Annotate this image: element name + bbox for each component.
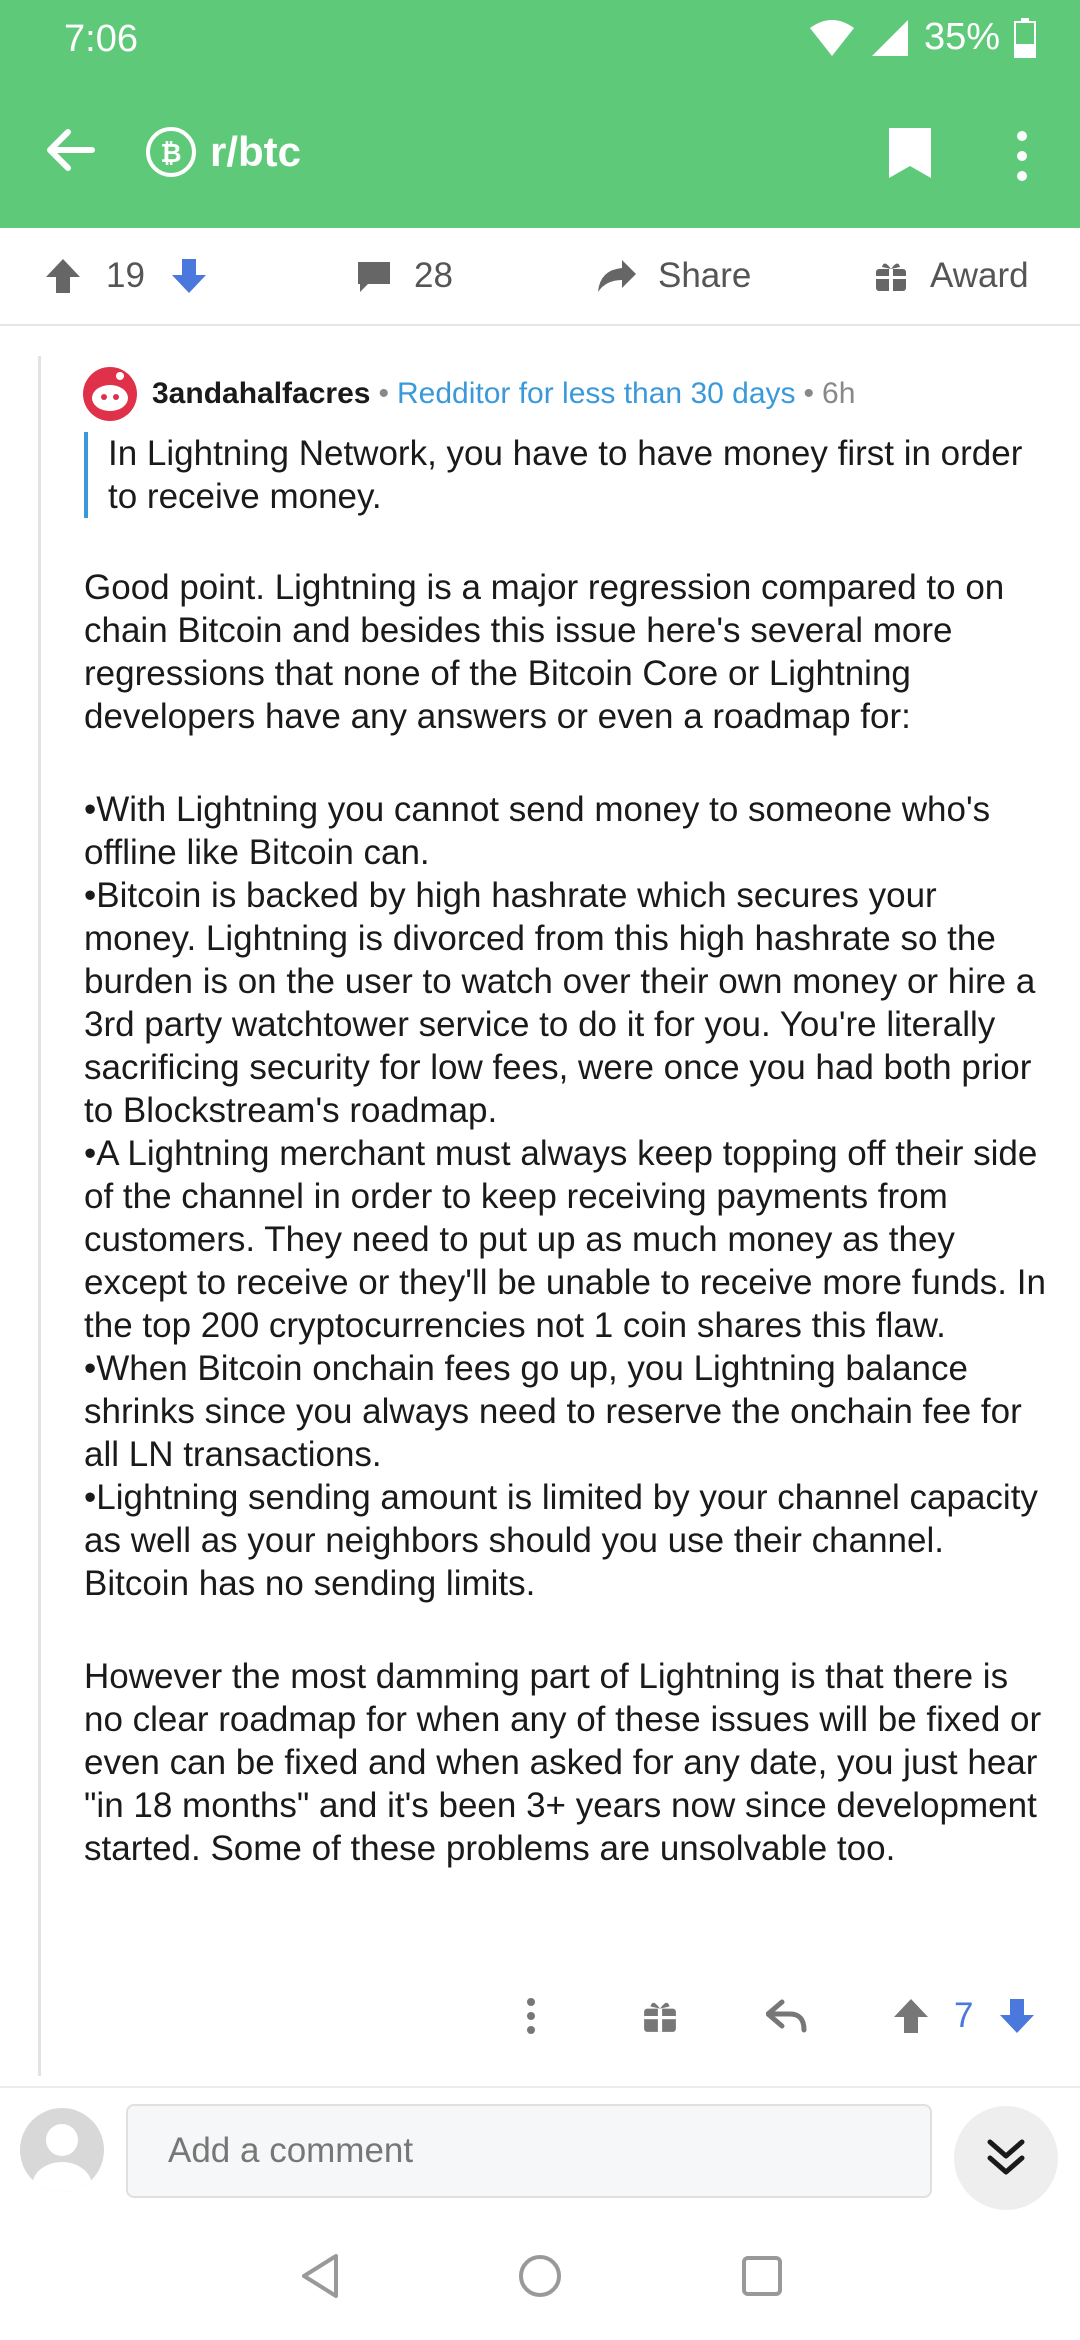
post-downvote-button[interactable]: [170, 228, 208, 324]
comment-author[interactable]: 3andahalfacres: [152, 377, 370, 411]
gift-icon: [876, 263, 906, 291]
back-arrow-icon[interactable]: [44, 124, 96, 176]
user-flair: Redditor for less than 30 days: [396, 377, 796, 410]
reply-arrow-icon: [766, 1999, 807, 2033]
list-item: Lightning sending amount is limited by y…: [84, 1476, 1054, 1605]
clock: 7:06: [64, 18, 138, 60]
battery-icon: [1014, 17, 1036, 58]
snoo-avatar-icon[interactable]: [82, 366, 138, 422]
award-button[interactable]: Award: [874, 228, 1029, 324]
list-item: A Lightning merchant must always keep to…: [84, 1132, 1054, 1347]
bookmark-icon[interactable]: [887, 126, 933, 180]
more-vertical-icon: [527, 1998, 535, 2034]
app-bar: ₿ r/btc: [0, 80, 1080, 228]
bullet-list: With Lightning you cannot send money to …: [84, 788, 1054, 1605]
comment-body: Good point. Lightning is a major regress…: [84, 566, 1054, 1920]
award-label: Award: [930, 256, 1029, 295]
subreddit-bitcoin-icon[interactable]: ₿: [146, 127, 196, 177]
comment-action-bar: 7: [0, 1986, 1080, 2046]
thread-line[interactable]: [38, 356, 41, 2076]
comment-header: 3andahalfacres • Redditor for less than …: [82, 366, 855, 422]
downvote-arrow-icon: [172, 259, 206, 293]
comment-award-button[interactable]: [642, 1986, 678, 2046]
comments-button[interactable]: 28: [356, 228, 453, 324]
user-avatar[interactable]: [20, 2108, 104, 2192]
post-upvote-button[interactable]: [44, 228, 82, 324]
comment-bubble-icon: [358, 262, 390, 292]
nav-home-icon[interactable]: [516, 2252, 564, 2300]
more-options-icon[interactable]: [1010, 128, 1034, 184]
separator-dot: •: [378, 377, 389, 410]
expand-button[interactable]: [954, 2106, 1058, 2210]
downvote-arrow-icon: [1000, 1999, 1034, 2033]
user-silhouette-icon: [32, 2124, 92, 2192]
comment-thread: 3andahalfacres • Redditor for less than …: [0, 326, 1080, 2086]
share-button[interactable]: Share: [596, 228, 751, 324]
share-label: Share: [658, 256, 752, 295]
share-arrow-icon: [598, 260, 636, 292]
comment-paragraph: However the most damming part of Lightni…: [84, 1657, 1042, 1868]
comment-paragraph: Good point. Lightning is a major regress…: [84, 568, 1005, 736]
reply-button[interactable]: [766, 1986, 808, 2046]
add-comment-input[interactable]: Add a comment: [126, 2104, 932, 2198]
blockquote: In Lightning Network, you have to have m…: [84, 432, 1034, 518]
cell-signal-icon: [871, 19, 908, 56]
comment-composer: Add a comment: [0, 2088, 1080, 2218]
nav-back-icon[interactable]: [298, 2252, 342, 2300]
subreddit-name[interactable]: r/btc: [210, 128, 301, 176]
svg-text:₿: ₿: [160, 138, 181, 167]
gift-icon: [644, 2002, 676, 2032]
list-item: With Lightning you cannot send money to …: [84, 788, 1054, 874]
post-action-bar: 19 28 Share Award: [0, 228, 1080, 326]
status-bar: 7:06 35%: [0, 0, 1080, 80]
comment-age: 6h: [822, 377, 856, 410]
comment-count: 28: [414, 256, 453, 295]
chevron-double-down-icon: [987, 2139, 1025, 2175]
nav-recents-icon[interactable]: [740, 2252, 784, 2300]
separator-dot: •: [803, 377, 815, 410]
wifi-icon: [809, 19, 854, 56]
list-item: Bitcoin is backed by high hashrate which…: [84, 874, 1054, 1132]
battery-percent: 35%: [923, 16, 1000, 58]
comment-upvote-button[interactable]: [892, 1986, 930, 2046]
comment-more-button[interactable]: [524, 1986, 538, 2046]
post-score: 19: [106, 256, 145, 295]
comment-downvote-button[interactable]: [998, 1986, 1036, 2046]
upvote-arrow-icon: [894, 1999, 928, 2033]
upvote-arrow-icon: [46, 259, 80, 293]
list-item: When Bitcoin onchain fees go up, you Lig…: [84, 1347, 1054, 1476]
comment-score: 7: [954, 1996, 974, 2035]
system-nav-bar: [0, 2218, 1080, 2340]
